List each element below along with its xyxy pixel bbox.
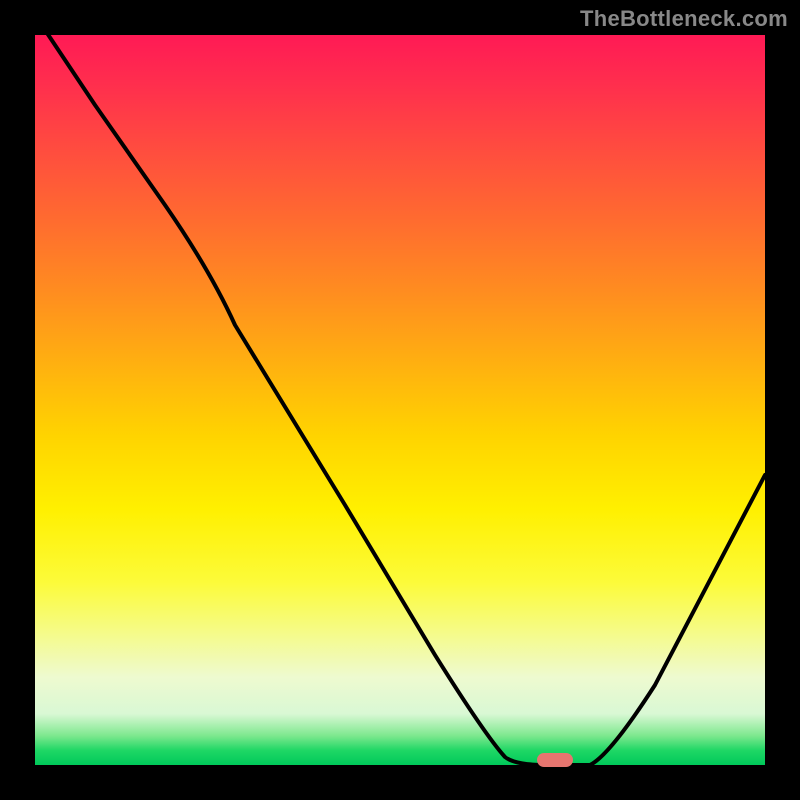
- chart-frame: TheBottleneck.com: [0, 0, 800, 800]
- plot-area: [35, 35, 765, 765]
- watermark-text: TheBottleneck.com: [580, 6, 788, 32]
- bottleneck-curve: [35, 35, 765, 765]
- optimal-marker: [537, 753, 573, 767]
- curve-path: [35, 35, 765, 765]
